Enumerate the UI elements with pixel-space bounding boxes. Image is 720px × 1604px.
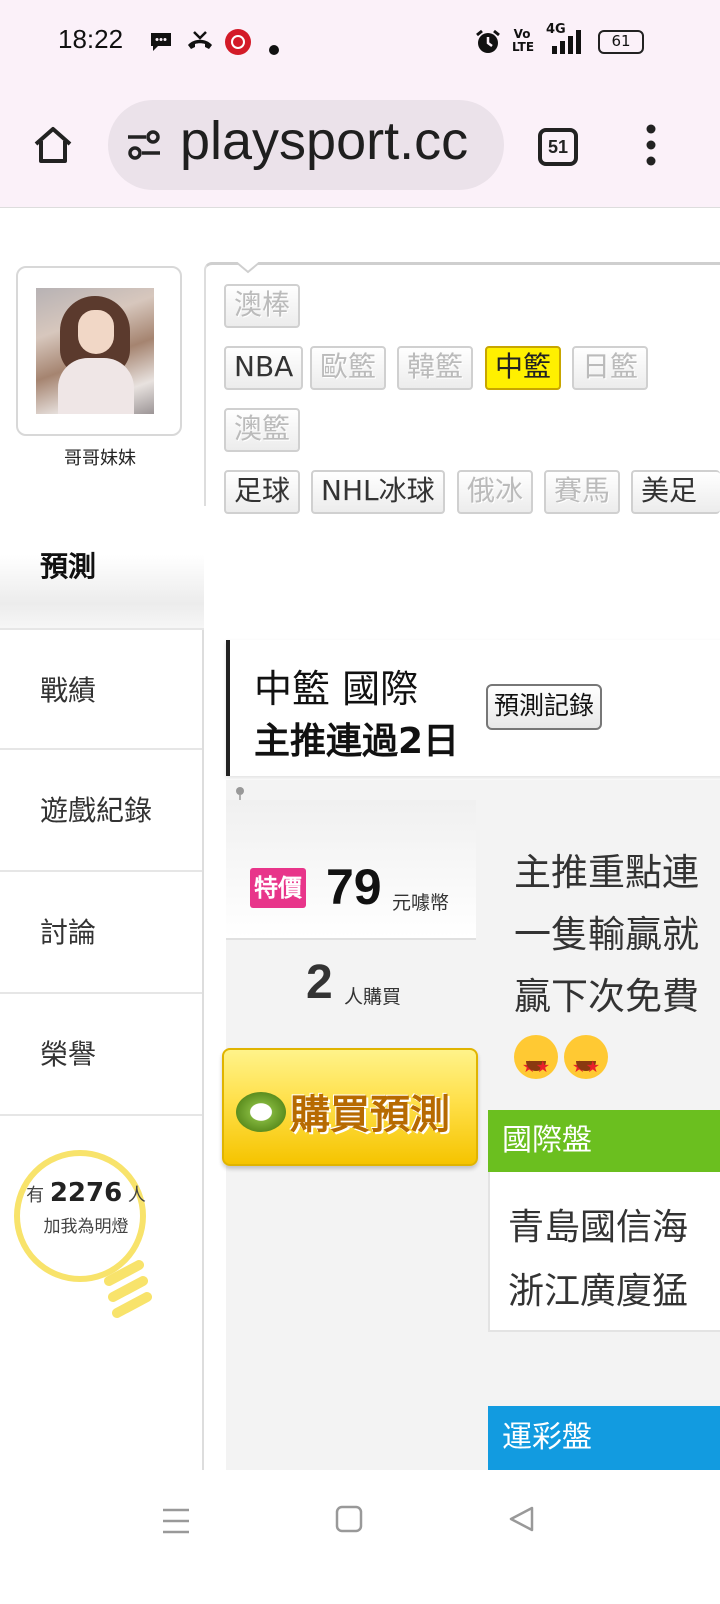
league-tag-ru-hockey[interactable]: 俄冰 (457, 470, 534, 514)
fans-prefix: 有 (26, 1185, 45, 1206)
international-odds-header: 國際盤 (488, 1110, 720, 1172)
fans-caption: 加我為明燈 (43, 1217, 129, 1237)
star-eyes-emoji (514, 1034, 558, 1091)
profile-card[interactable] (16, 266, 182, 436)
browser-toolbar: playsport.cc 51 (0, 84, 720, 208)
sidebar-item-discussion[interactable]: 討論 (0, 872, 204, 994)
profile-username[interactable]: 哥哥妹妹 (0, 444, 200, 470)
description-line: 一隻輸贏就 (514, 913, 699, 956)
signal-strength-icon (552, 30, 581, 54)
prediction-description: 主推重點連 一隻輸贏就 贏下次免費 (514, 842, 720, 1028)
sidebar-item-record[interactable]: 戰績 (0, 628, 204, 750)
recent-apps-icon[interactable] (160, 1506, 192, 1536)
alarm-icon (476, 29, 500, 53)
volte-icon: Vo LTE (512, 27, 535, 54)
fans-count-line: 有 2276 人 (24, 1178, 148, 1208)
app-notification-icon (225, 29, 251, 55)
special-price-badge: 特價 (250, 868, 306, 908)
prediction-title: 中籃 國際 (254, 667, 419, 711)
league-tag-horse-racing[interactable]: 賽馬 (544, 470, 621, 514)
international-odds-body: 青島國信海 浙江廣廈猛 (488, 1172, 720, 1332)
pin-icon (236, 787, 244, 800)
sidebar-item-honors[interactable]: 榮譽 (0, 994, 204, 1116)
league-tag-soccer[interactable]: 足球 (224, 470, 301, 514)
home-icon[interactable] (32, 124, 74, 166)
buy-prediction-button[interactable]: 購買預測 (222, 1048, 478, 1166)
sidebar-item-game-log[interactable]: 遊戲紀錄 (0, 750, 204, 872)
star-eyes-emoji (564, 1034, 608, 1091)
fans-lightbulb[interactable]: 有 2276 人 加我為明燈 (14, 1150, 154, 1320)
prediction-subtitle: 主推連過2日 (254, 721, 460, 762)
description-line: 主推重點連 (514, 851, 699, 894)
league-tag-nba[interactable]: NBA (224, 346, 304, 390)
star-eyes-emoji-pair (514, 1030, 614, 1091)
chat-bubble-icon (151, 33, 171, 51)
price-unit: 元噱幣 (392, 892, 450, 914)
url-bar[interactable]: playsport.cc (108, 100, 504, 190)
coin-icon (236, 1092, 286, 1132)
sidebar-item-predictions[interactable]: 預測 (0, 506, 204, 628)
tab-switcher-button[interactable]: 51 (538, 128, 578, 166)
url-text: playsport.cc (180, 111, 469, 171)
panel-pointer (236, 262, 260, 274)
more-notifications-dot-icon (269, 45, 279, 55)
system-navigation-bar (0, 1470, 720, 1604)
sidebar-divider (202, 630, 204, 1502)
site-settings-icon[interactable] (126, 128, 162, 162)
league-tag-au-basketball[interactable]: 澳籃 (224, 408, 301, 452)
team-name: 浙江廣廈猛 (508, 1271, 689, 1312)
status-time: 18:22 (58, 24, 124, 54)
missed-call-icon (188, 31, 212, 49)
league-tag-us-football[interactable]: 美足 (631, 470, 720, 514)
league-tag-jp-basketball[interactable]: 日籃 (572, 346, 649, 390)
league-tag-cn-basketball[interactable]: 中籃 (485, 346, 562, 390)
fans-count: 2276 (49, 1178, 123, 1208)
back-icon[interactable] (506, 1504, 536, 1534)
home-nav-icon[interactable] (334, 1504, 364, 1534)
team-name: 青島國信海 (508, 1207, 689, 1248)
buy-prediction-label: 購買預測 (290, 1092, 450, 1138)
league-tag-eu-basketball[interactable]: 歐籃 (310, 346, 387, 390)
battery-icon: 61 (598, 30, 644, 54)
description-line: 贏下次免費 (514, 975, 699, 1018)
price-value: 79 (326, 859, 382, 915)
fans-suffix: 人 (127, 1185, 146, 1206)
league-tag-nhl[interactable]: NHL冰球 (311, 470, 445, 514)
league-tag-kr-basketball[interactable]: 韓籃 (397, 346, 474, 390)
avatar[interactable] (36, 288, 154, 414)
sports-lottery-odds-header: 運彩盤 (488, 1406, 720, 1470)
prediction-heading: 中籃 國際 主推連過2日 (226, 640, 720, 776)
prediction-record-button[interactable]: 預測記錄 (486, 684, 603, 730)
league-tag-au-baseball[interactable]: 澳棒 (224, 284, 301, 328)
status-bar: 18:22 Vo LTE 4G 61 (0, 0, 720, 84)
battery-level: 61 (611, 32, 631, 50)
buyers-count: 2 (306, 956, 333, 1009)
sidebar-nav: 預測 戰績 遊戲紀錄 討論 榮譽 (0, 506, 204, 1116)
buyers-label: 人購買 (344, 986, 402, 1008)
more-options-icon[interactable] (640, 122, 662, 168)
